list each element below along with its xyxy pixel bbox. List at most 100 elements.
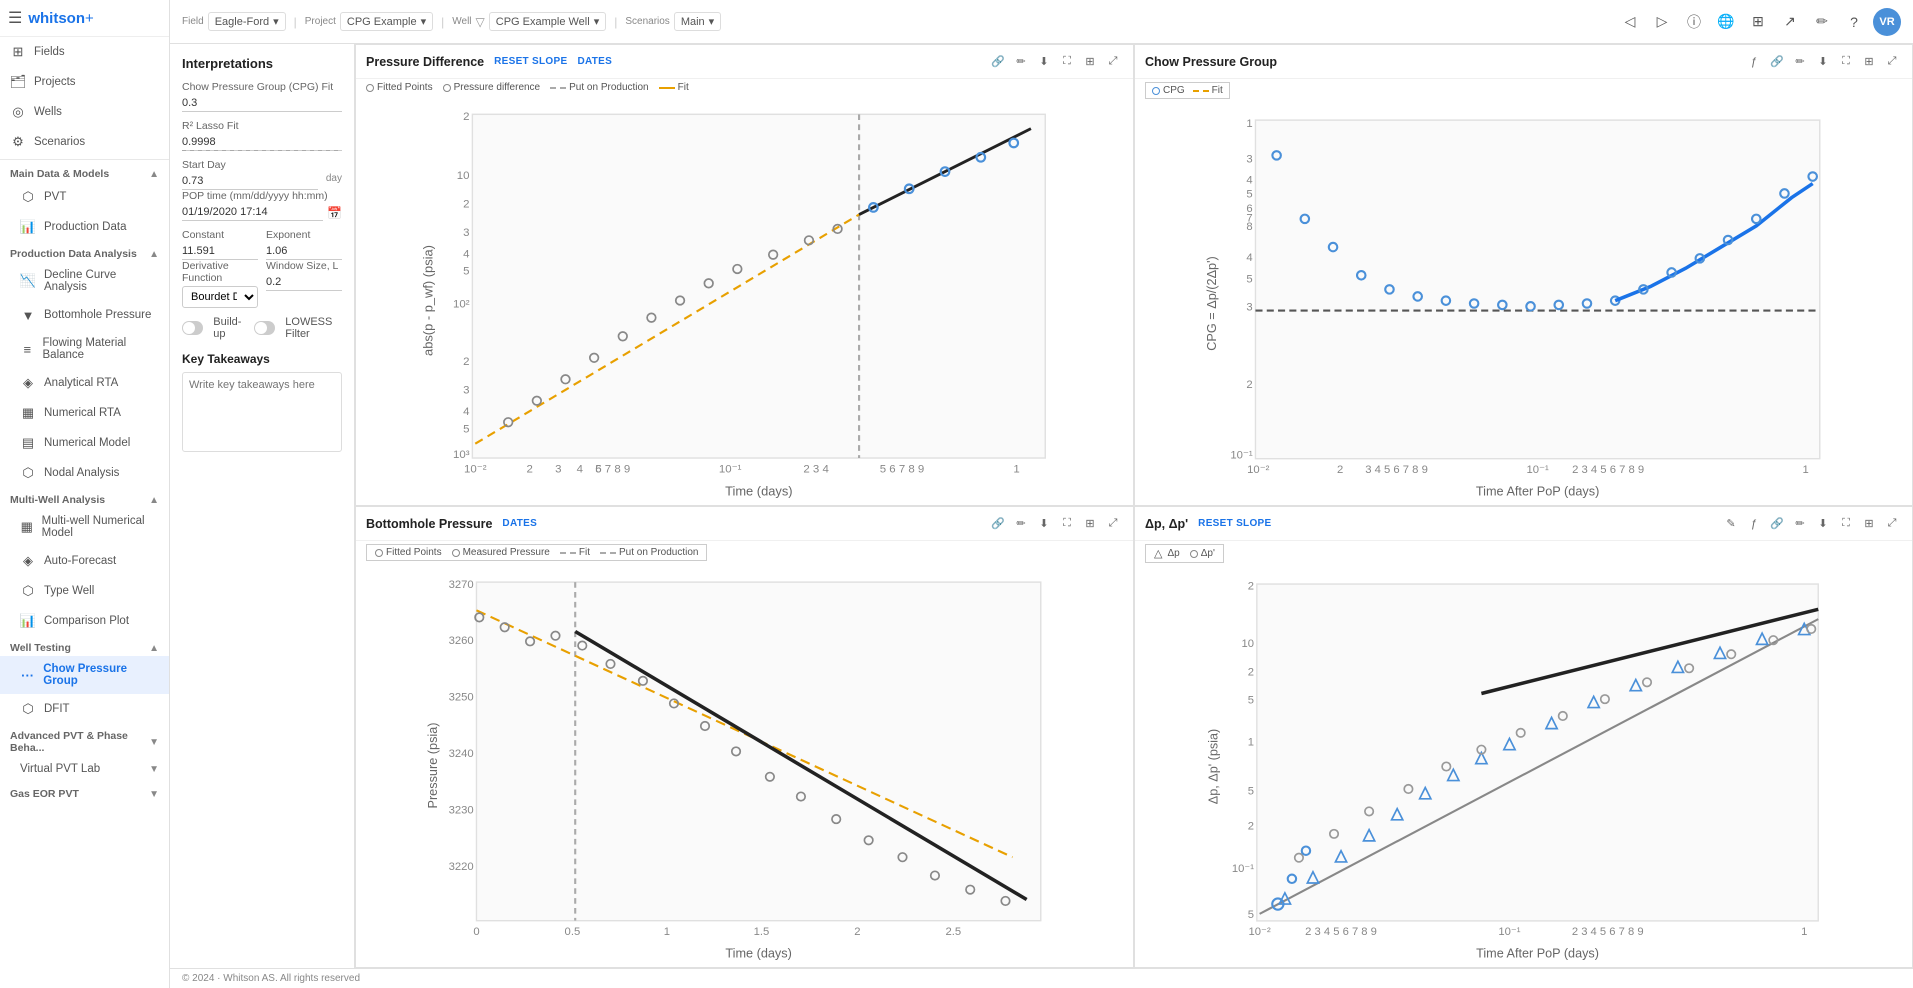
toolbar-grid[interactable]: ⊞ [1859,514,1879,534]
exponent-input[interactable] [266,243,342,260]
toolbar-grid[interactable]: ⊞ [1080,514,1100,534]
legend-put-on-production: Put on Production [550,82,649,93]
reset-slope-btn-2[interactable]: RESET SLOPE [1198,518,1271,529]
pop-time-input[interactable] [182,204,323,221]
field-selector[interactable]: Field Eagle-Ford ▾ [182,12,286,31]
forward-button[interactable]: ▷ [1649,9,1675,35]
toolbar-func[interactable]: ƒ [1744,52,1764,72]
edit-icon[interactable]: ✏ [1809,9,1835,35]
section-well-testing[interactable]: Well Testing ▲ [0,636,169,656]
toolbar-edit[interactable]: ✏ [1011,52,1031,72]
cpg-fit-input[interactable] [182,95,342,112]
deriv-func-select[interactable]: Bourdet Derivative Standard [182,286,258,308]
well-value-dropdown[interactable]: CPG Example Well ▾ [489,12,606,31]
globe-icon[interactable]: 🌐 [1713,9,1739,35]
calendar-icon[interactable]: 📅 [327,206,342,220]
key-takeaways-textarea[interactable] [182,372,342,452]
project-value-dropdown[interactable]: CPG Example ▾ [340,12,433,31]
project-selector[interactable]: Project CPG Example ▾ [305,12,433,31]
toolbar-edit[interactable]: ✏ [1790,52,1810,72]
section-gas-eor[interactable]: Gas EOR PVT ▼ [0,782,169,802]
toolbar-maximize[interactable]: ⤢ [1103,514,1123,534]
toolbar-fullscreen-crop[interactable]: ⛶ [1057,52,1077,72]
toolbar-maximize[interactable]: ⤢ [1882,514,1902,534]
svg-text:4: 4 [1246,175,1252,187]
svg-text:4: 4 [1246,252,1252,264]
scenarios-value-dropdown[interactable]: Main ▾ [674,12,721,31]
bhp-dates-btn[interactable]: DATES [502,518,537,529]
sidebar-item-production-data[interactable]: 📊 Production Data [0,212,169,242]
sidebar-item-multi-well-numerical[interactable]: ▦ Multi-well Numerical Model [0,508,169,546]
toolbar-crop[interactable]: ⛶ [1836,514,1856,534]
sidebar-item-wells[interactable]: ◎ Wells [0,97,169,127]
sidebar-item-chow-pressure-group[interactable]: ··· Chow Pressure Group [0,656,169,694]
toolbar-grid[interactable]: ⊞ [1859,52,1879,72]
section-advanced-pvt[interactable]: Advanced PVT & Phase Beha... ▼ [0,724,169,756]
sidebar-item-comparison-plot[interactable]: 📊 Comparison Plot [0,606,169,636]
lowess-filter-toggle[interactable] [254,321,275,335]
sidebar-item-analytical-rta[interactable]: ◈ Analytical RTA [0,368,169,398]
info-icon[interactable]: ⓘ [1681,9,1707,35]
toolbar-crop[interactable]: ⛶ [1057,514,1077,534]
reset-slope-btn[interactable]: RESET SLOPE [494,56,567,67]
toolbar-maximize[interactable]: ⤢ [1103,52,1123,72]
toolbar-download[interactable]: ⬇ [1034,514,1054,534]
svg-text:Time (days): Time (days) [725,946,792,960]
toolbar-pencil[interactable]: ✎ [1721,514,1741,534]
back-button[interactable]: ◁ [1617,9,1643,35]
r2-lasso-input[interactable] [182,134,342,151]
help-icon[interactable]: ? [1841,9,1867,35]
well-selector[interactable]: Well ▽ CPG Example Well ▾ [452,12,606,31]
window-size-input[interactable] [266,274,342,291]
sidebar-item-flowing-material[interactable]: ≡ Flowing Material Balance [0,330,169,368]
sidebar-item-label: Scenarios [34,136,85,148]
toolbar-download[interactable]: ⬇ [1813,514,1833,534]
toolbar-link[interactable]: 🔗 [988,52,1008,72]
sidebar-item-numerical-rta[interactable]: ▦ Numerical RTA [0,398,169,428]
sidebar-item-nodal[interactable]: ⬡ Nodal Analysis [0,458,169,488]
section-main-data[interactable]: Main Data & Models ▲ [0,162,169,182]
sidebar-item-scenarios[interactable]: ⚙ Scenarios [0,127,169,157]
triangle-icon: △ [1154,547,1162,560]
toolbar-link[interactable]: 🔗 [1767,514,1787,534]
svg-text:3260: 3260 [449,635,474,647]
toolbar-download[interactable]: ⬇ [1034,52,1054,72]
constant-input[interactable] [182,243,258,260]
section-prod-analysis[interactable]: Production Data Analysis ▲ [0,242,169,262]
pressure-diff-dot [443,84,451,92]
sidebar-item-dfit[interactable]: ⬡ DFIT [0,694,169,724]
toolbar-edit[interactable]: ✏ [1790,514,1810,534]
toolbar-link[interactable]: 🔗 [988,514,1008,534]
dates-btn[interactable]: DATES [577,56,612,67]
field-value-dropdown[interactable]: Eagle-Ford ▾ [208,12,286,31]
toolbar-maximize[interactable]: ⤢ [1882,52,1902,72]
sidebar-item-decline-curve[interactable]: 📉 Decline Curve Analysis [0,262,169,300]
grid-icon[interactable]: ⊞ [1745,9,1771,35]
toolbar-edit[interactable]: ✏ [1011,514,1031,534]
sidebar-item-virtual-pvt[interactable]: Virtual PVT Lab ▼ [0,756,169,782]
toolbar-crop[interactable]: ⛶ [1836,52,1856,72]
sidebar-item-auto-forecast[interactable]: ◈ Auto-Forecast [0,546,169,576]
toolbar-expand[interactable]: ⊞ [1080,52,1100,72]
sidebar-item-projects[interactable]: 🗂 Projects [0,67,169,97]
build-up-toggle[interactable] [182,321,203,335]
sidebar-item-bottomhole[interactable]: ▼ Bottomhole Pressure [0,300,169,330]
user-avatar[interactable]: VR [1873,8,1901,36]
toolbar-func[interactable]: ƒ [1744,514,1764,534]
toolbar-download[interactable]: ⬇ [1813,52,1833,72]
toolbar-link[interactable]: 🔗 [1767,52,1787,72]
sidebar-item-type-well[interactable]: ⬡ Type Well [0,576,169,606]
sidebar-item-numerical-model[interactable]: ▤ Numerical Model [0,428,169,458]
share-icon[interactable]: ↗ [1777,9,1803,35]
section-label: Advanced PVT & Phase Beha... [10,730,149,754]
deriv-func-label: Derivative Function [182,260,258,284]
sidebar-item-pvt[interactable]: ⬡ PVT [0,182,169,212]
section-multi-well[interactable]: Multi-Well Analysis ▲ [0,488,169,508]
sidebar-item-label: Analytical RTA [44,377,118,389]
pressure-diff-svg: abs(p - p_wf) (psia) Time (days) 2 10 2 … [360,100,1129,501]
scenarios-selector[interactable]: Scenarios Main ▾ [625,12,721,31]
hamburger-icon[interactable]: ☰ [8,8,22,28]
field-label: Field [182,16,204,27]
sidebar-item-fields[interactable]: ⊞ Fields [0,37,169,67]
start-day-input[interactable] [182,173,318,190]
